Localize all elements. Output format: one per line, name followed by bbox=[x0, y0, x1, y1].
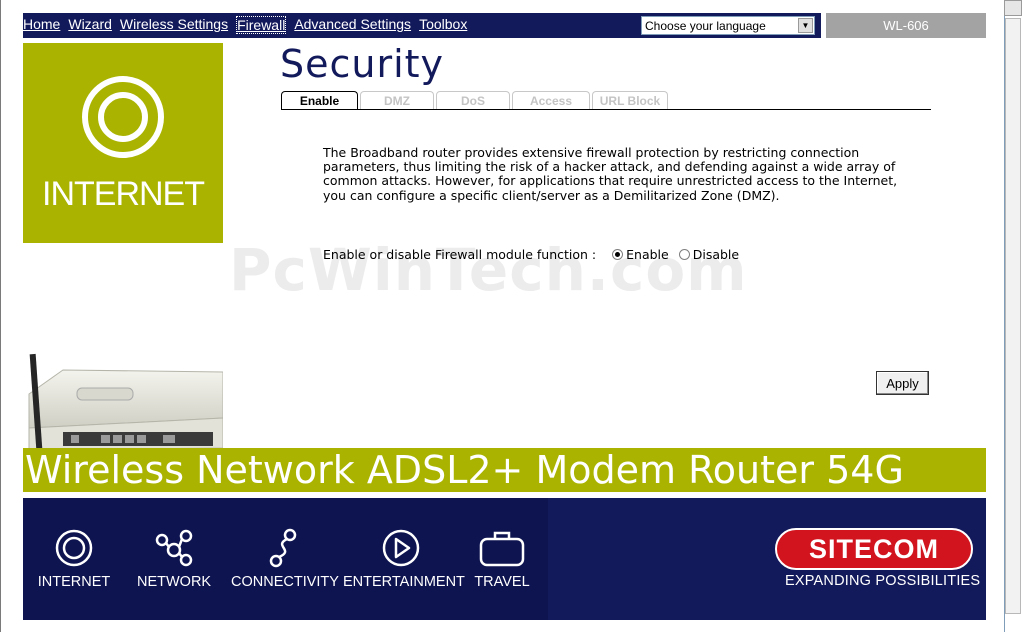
tab-dmz[interactable]: DMZ bbox=[360, 91, 434, 110]
product-banner-text: Wireless Network ADSL2+ Modem Router 54G bbox=[25, 448, 904, 492]
scroll-up-button[interactable] bbox=[1004, 0, 1022, 16]
footer-label-connectivity: CONNECTIVITY bbox=[231, 574, 339, 590]
sitecom-tagline: EXPANDING POSSIBILITIES bbox=[785, 573, 981, 589]
firewall-enable-label[interactable]: Enable bbox=[626, 247, 669, 262]
tab-dos[interactable]: DoS bbox=[436, 91, 510, 110]
nav-link-wizard[interactable]: Wizard bbox=[68, 16, 112, 34]
firewall-description: The Broadband router provides extensive … bbox=[323, 145, 898, 203]
security-tabs: Enable DMZ DoS Access URL Block bbox=[281, 91, 670, 110]
connectivity-icon bbox=[269, 528, 297, 568]
tab-divider bbox=[281, 109, 931, 110]
firewall-option-label: Enable or disable Firewall module functi… bbox=[323, 247, 597, 262]
tab-url-block[interactable]: URL Block bbox=[592, 91, 668, 110]
sitecom-logo-text: SITECOM bbox=[809, 534, 939, 564]
language-select-value: Choose your language bbox=[645, 19, 766, 33]
browser-frame: Home Wizard Wireless Settings Firewall A… bbox=[0, 0, 1022, 632]
firewall-disable-radio[interactable] bbox=[678, 249, 690, 260]
network-icon bbox=[155, 529, 193, 567]
internet-ring-icon bbox=[82, 76, 164, 158]
scroll-thumb[interactable] bbox=[1005, 18, 1021, 614]
apply-button[interactable]: Apply bbox=[876, 371, 929, 395]
language-select[interactable]: Choose your language ▼ bbox=[641, 16, 815, 35]
footer-label-internet: INTERNET bbox=[37, 574, 111, 590]
nav-link-home[interactable]: Home bbox=[23, 16, 60, 34]
router-image bbox=[28, 353, 223, 451]
product-banner: Wireless Network ADSL2+ Modem Router 54G bbox=[23, 448, 986, 492]
footer-label-network: NETWORK bbox=[137, 574, 212, 590]
nav-links: Home Wizard Wireless Settings Firewall A… bbox=[23, 16, 467, 34]
footer-item-internet[interactable]: INTERNET bbox=[37, 528, 111, 590]
model-label: WL-606 bbox=[826, 13, 986, 38]
page-title: Security bbox=[280, 42, 445, 86]
firewall-option-row: Enable or disable Firewall module functi… bbox=[323, 247, 739, 262]
firewall-disable-label[interactable]: Disable bbox=[693, 247, 739, 262]
play-icon bbox=[382, 529, 420, 567]
footer-label-entertainment: ENTERTAINMENT bbox=[343, 574, 465, 590]
suitcase-icon bbox=[479, 531, 525, 567]
firewall-enable-radio[interactable] bbox=[612, 249, 624, 260]
nav-link-firewall[interactable]: Firewall bbox=[236, 16, 287, 34]
nav-link-wireless-settings[interactable]: Wireless Settings bbox=[120, 16, 228, 34]
internet-tile-label: INTERNET bbox=[42, 175, 205, 213]
footer-item-travel[interactable]: TRAVEL bbox=[469, 528, 535, 590]
footer-item-entertainment[interactable]: ENTERTAINMENT bbox=[343, 528, 465, 590]
footer-label-travel: TRAVEL bbox=[474, 574, 530, 590]
tab-enable[interactable]: Enable bbox=[281, 91, 358, 110]
footer: INTERNET NETWORK CONNECTIVITY ENTERTAINM… bbox=[23, 498, 986, 620]
chevron-down-icon[interactable]: ▼ bbox=[798, 18, 813, 33]
nav-link-toolbox[interactable]: Toolbox bbox=[419, 16, 467, 34]
top-nav-bar: Home Wizard Wireless Settings Firewall A… bbox=[23, 13, 821, 38]
internet-tile: INTERNET bbox=[23, 43, 223, 243]
footer-item-network[interactable]: NETWORK bbox=[137, 528, 211, 590]
internet-icon bbox=[55, 529, 93, 567]
vertical-scrollbar[interactable] bbox=[1004, 0, 1022, 632]
sitecom-logo[interactable]: SITECOM bbox=[775, 528, 973, 570]
tab-access[interactable]: Access bbox=[512, 91, 590, 110]
nav-link-advanced-settings[interactable]: Advanced Settings bbox=[294, 16, 411, 34]
footer-item-connectivity[interactable]: CONNECTIVITY bbox=[231, 528, 339, 590]
